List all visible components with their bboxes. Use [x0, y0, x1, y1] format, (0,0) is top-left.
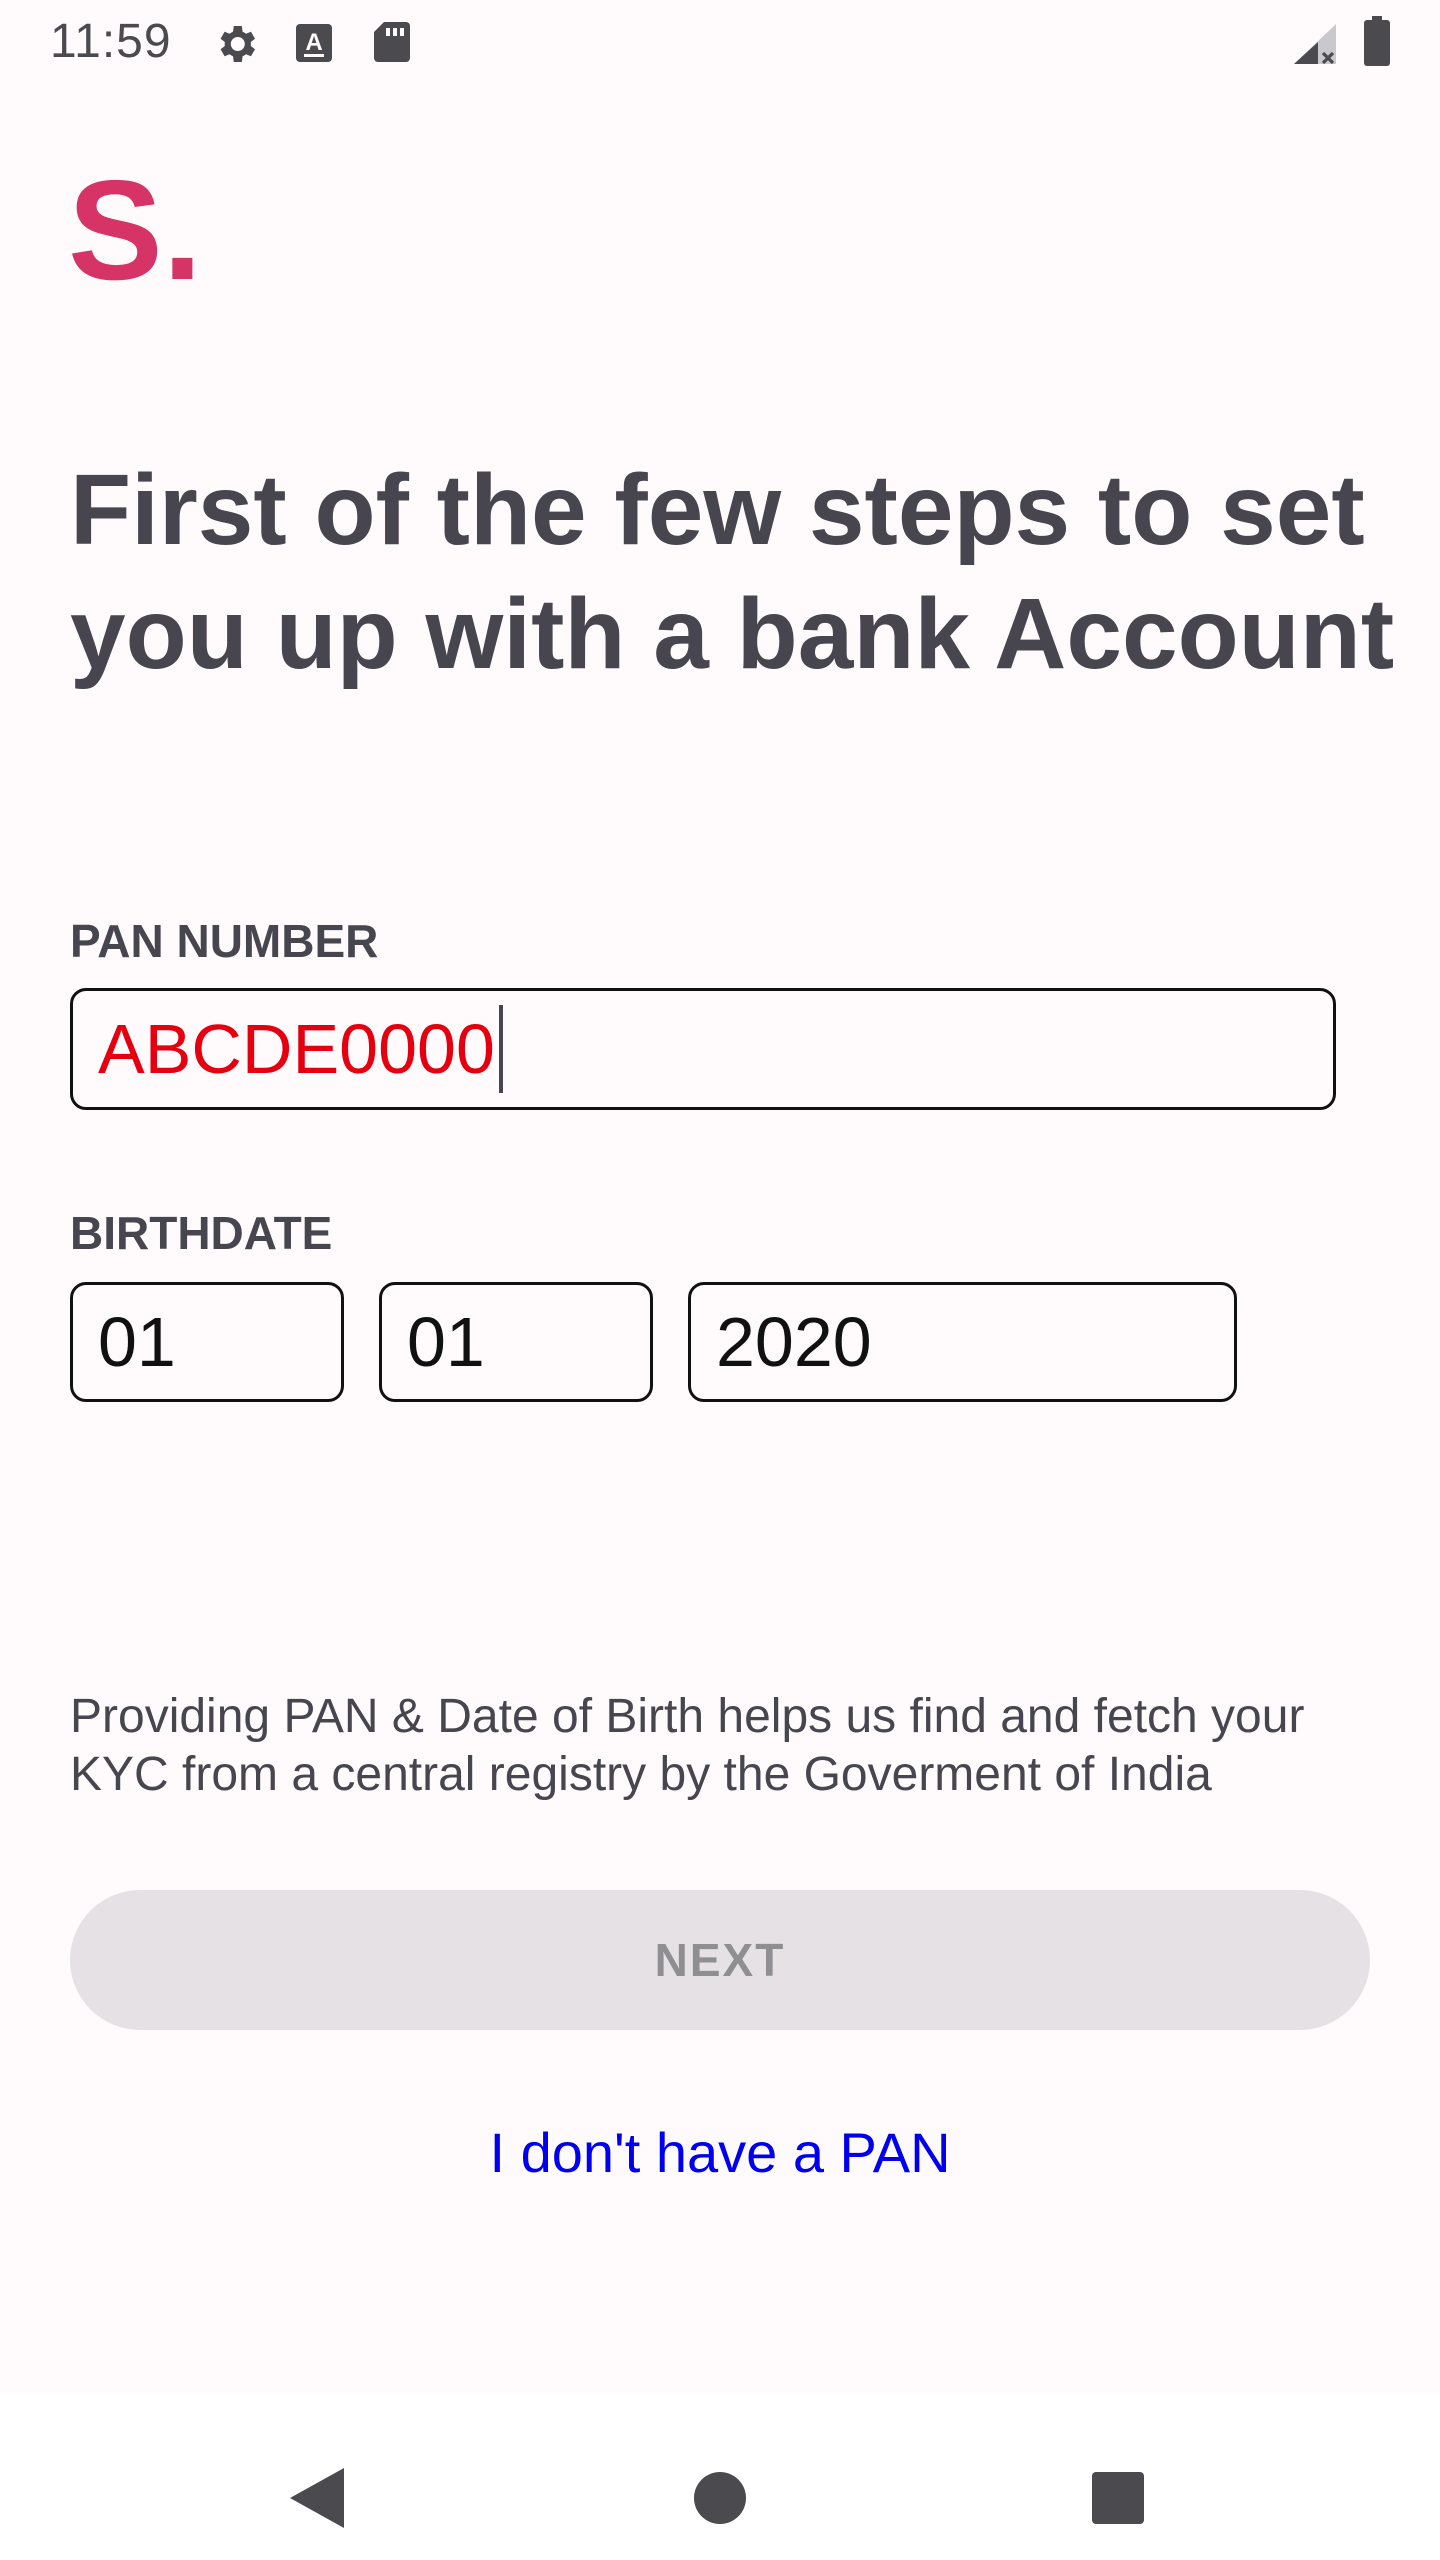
next-button[interactable]: NEXT [70, 1890, 1370, 2030]
sd-card-icon [372, 20, 410, 69]
text-cursor [498, 1005, 503, 1093]
svg-text:A: A [305, 29, 322, 56]
back-icon[interactable] [288, 2466, 346, 2535]
pan-number-input[interactable]: ABCDE0000 [70, 988, 1336, 1110]
birth-day-input[interactable]: 01 [70, 1282, 344, 1402]
home-icon[interactable] [694, 2472, 746, 2529]
birth-day-value: 01 [98, 1303, 176, 1381]
recents-icon[interactable] [1092, 2472, 1144, 2529]
birth-year-value: 2020 [716, 1303, 872, 1381]
gear-icon [212, 20, 260, 73]
keyboard-a-icon: A [294, 22, 334, 69]
birth-year-input[interactable]: 2020 [688, 1282, 1237, 1402]
battery-icon [1364, 16, 1390, 71]
birth-month-value: 01 [407, 1303, 485, 1381]
navigation-bar [0, 2392, 1440, 2560]
kyc-info-text: Providing PAN & Date of Birth helps us f… [70, 1690, 1305, 1801]
signal-no-data-icon [1292, 22, 1338, 71]
brand-logo: S. [68, 151, 203, 310]
screen: 11:59 A S. First of the few steps to set… [0, 0, 1440, 2560]
birthdate-label: BIRTHDATE [70, 1207, 333, 1259]
page-title: First of the few steps to set you up wit… [70, 454, 1395, 690]
no-pan-link[interactable]: I don't have a PAN [0, 2120, 1440, 2185]
status-time: 11:59 [50, 15, 172, 68]
status-bar: 11:59 A [0, 0, 1440, 84]
pan-number-value: ABCDE0000 [98, 1010, 495, 1088]
pan-number-label: PAN NUMBER [70, 915, 379, 967]
birth-month-input[interactable]: 01 [379, 1282, 653, 1402]
